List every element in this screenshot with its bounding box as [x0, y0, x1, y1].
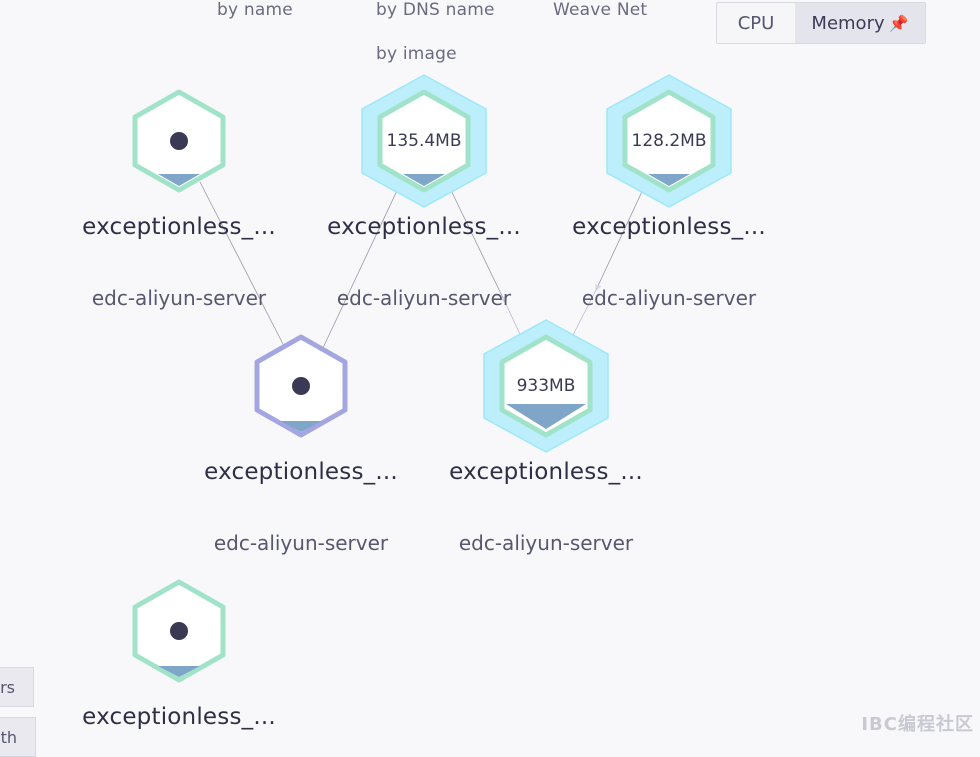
node-metric: 135.4MB — [387, 131, 462, 151]
edge — [199, 181, 286, 349]
node-label[interactable]: exceptionless_... — [416, 459, 676, 485]
node-dot — [292, 377, 310, 395]
side-control-label: th — [0, 727, 17, 747]
node-sublabel: edc-aliyun-server — [581, 286, 757, 310]
node-metric: 933MB — [517, 376, 576, 396]
node-label[interactable]: exceptionless_... — [49, 704, 309, 730]
container-node[interactable]: 933MB — [483, 319, 609, 453]
node-dot — [170, 622, 188, 640]
node-sublabel: edc-aliyun-server — [458, 531, 634, 555]
container-node[interactable] — [132, 89, 226, 193]
edge — [445, 179, 506, 303]
watermark: IBC编程社区 — [861, 714, 974, 735]
side-control-button[interactable]: th — [0, 717, 36, 757]
node-label[interactable]: exceptionless_... — [171, 459, 431, 485]
container-node[interactable]: 135.4MB — [361, 74, 487, 208]
container-node[interactable] — [254, 334, 348, 438]
node-sublabel: edc-aliyun-server — [91, 286, 267, 310]
side-control-label: rs — [0, 677, 15, 697]
topology-graph: 135.4MB 128.2MB 933MB — [132, 74, 732, 683]
edge — [321, 179, 403, 351]
container-node[interactable] — [132, 579, 226, 683]
side-control-button[interactable]: rs — [0, 667, 34, 707]
node-metric: 128.2MB — [632, 131, 707, 151]
node-sublabel: edc-aliyun-server — [336, 286, 512, 310]
node-sublabel: edc-aliyun-server — [213, 531, 389, 555]
node-label[interactable]: exceptionless_... — [294, 214, 554, 240]
node-label[interactable]: exceptionless_... — [539, 214, 799, 240]
node-label[interactable]: exceptionless_... — [49, 214, 309, 240]
container-node[interactable]: 128.2MB — [606, 74, 732, 208]
node-dot — [170, 132, 188, 150]
